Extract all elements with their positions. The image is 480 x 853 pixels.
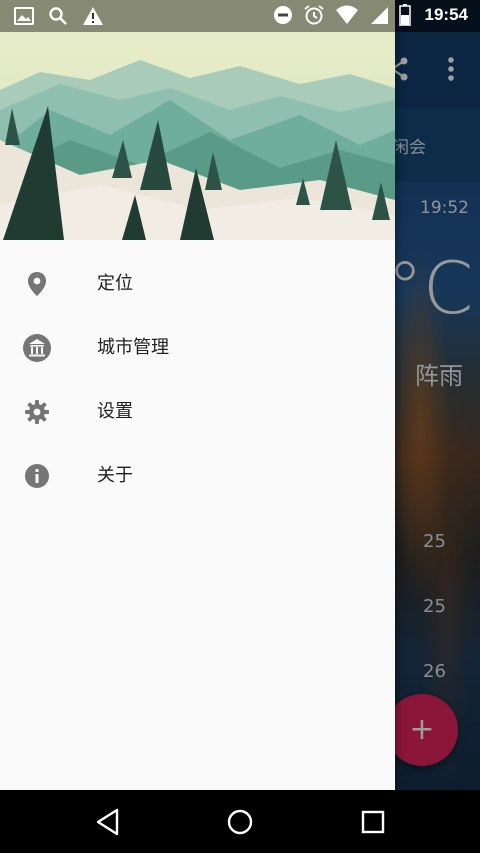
gear-icon bbox=[25, 400, 49, 424]
home-icon[interactable] bbox=[225, 807, 255, 837]
menu-item-label: 关于 bbox=[97, 465, 133, 486]
search-icon bbox=[49, 7, 67, 25]
battery-icon bbox=[398, 4, 411, 26]
landmark-icon bbox=[23, 334, 51, 362]
menu-item-settings[interactable]: 设置 bbox=[0, 379, 395, 443]
alarm-icon bbox=[303, 5, 324, 25]
menu-item-label: 定位 bbox=[97, 273, 133, 294]
info-icon bbox=[25, 464, 49, 488]
status-bar: 19:54 bbox=[0, 0, 480, 32]
signal-icon bbox=[370, 7, 388, 24]
system-navigation-bar bbox=[0, 790, 480, 853]
recents-icon[interactable] bbox=[358, 807, 388, 837]
menu-item-about[interactable]: 关于 bbox=[0, 443, 395, 507]
menu-item-label: 城市管理 bbox=[97, 337, 169, 358]
menu-item-city-management[interactable]: 城市管理 bbox=[0, 315, 395, 379]
warning-icon bbox=[83, 7, 103, 25]
menu-item-location[interactable]: 定位 bbox=[0, 251, 395, 315]
menu-item-label: 设置 bbox=[97, 401, 133, 422]
wifi-icon bbox=[335, 5, 358, 24]
image-icon bbox=[14, 7, 34, 25]
mountain-landscape-image bbox=[0, 0, 395, 240]
status-clock: 19:54 bbox=[424, 5, 468, 24]
back-icon[interactable] bbox=[93, 807, 123, 837]
navigation-drawer: 定位 城市管理 设置 关于 bbox=[0, 0, 395, 790]
location-pin-icon bbox=[28, 272, 46, 296]
drawer-menu: 定位 城市管理 设置 关于 bbox=[0, 251, 395, 507]
drawer-header-illustration bbox=[0, 0, 395, 240]
do-not-disturb-icon bbox=[273, 6, 292, 24]
